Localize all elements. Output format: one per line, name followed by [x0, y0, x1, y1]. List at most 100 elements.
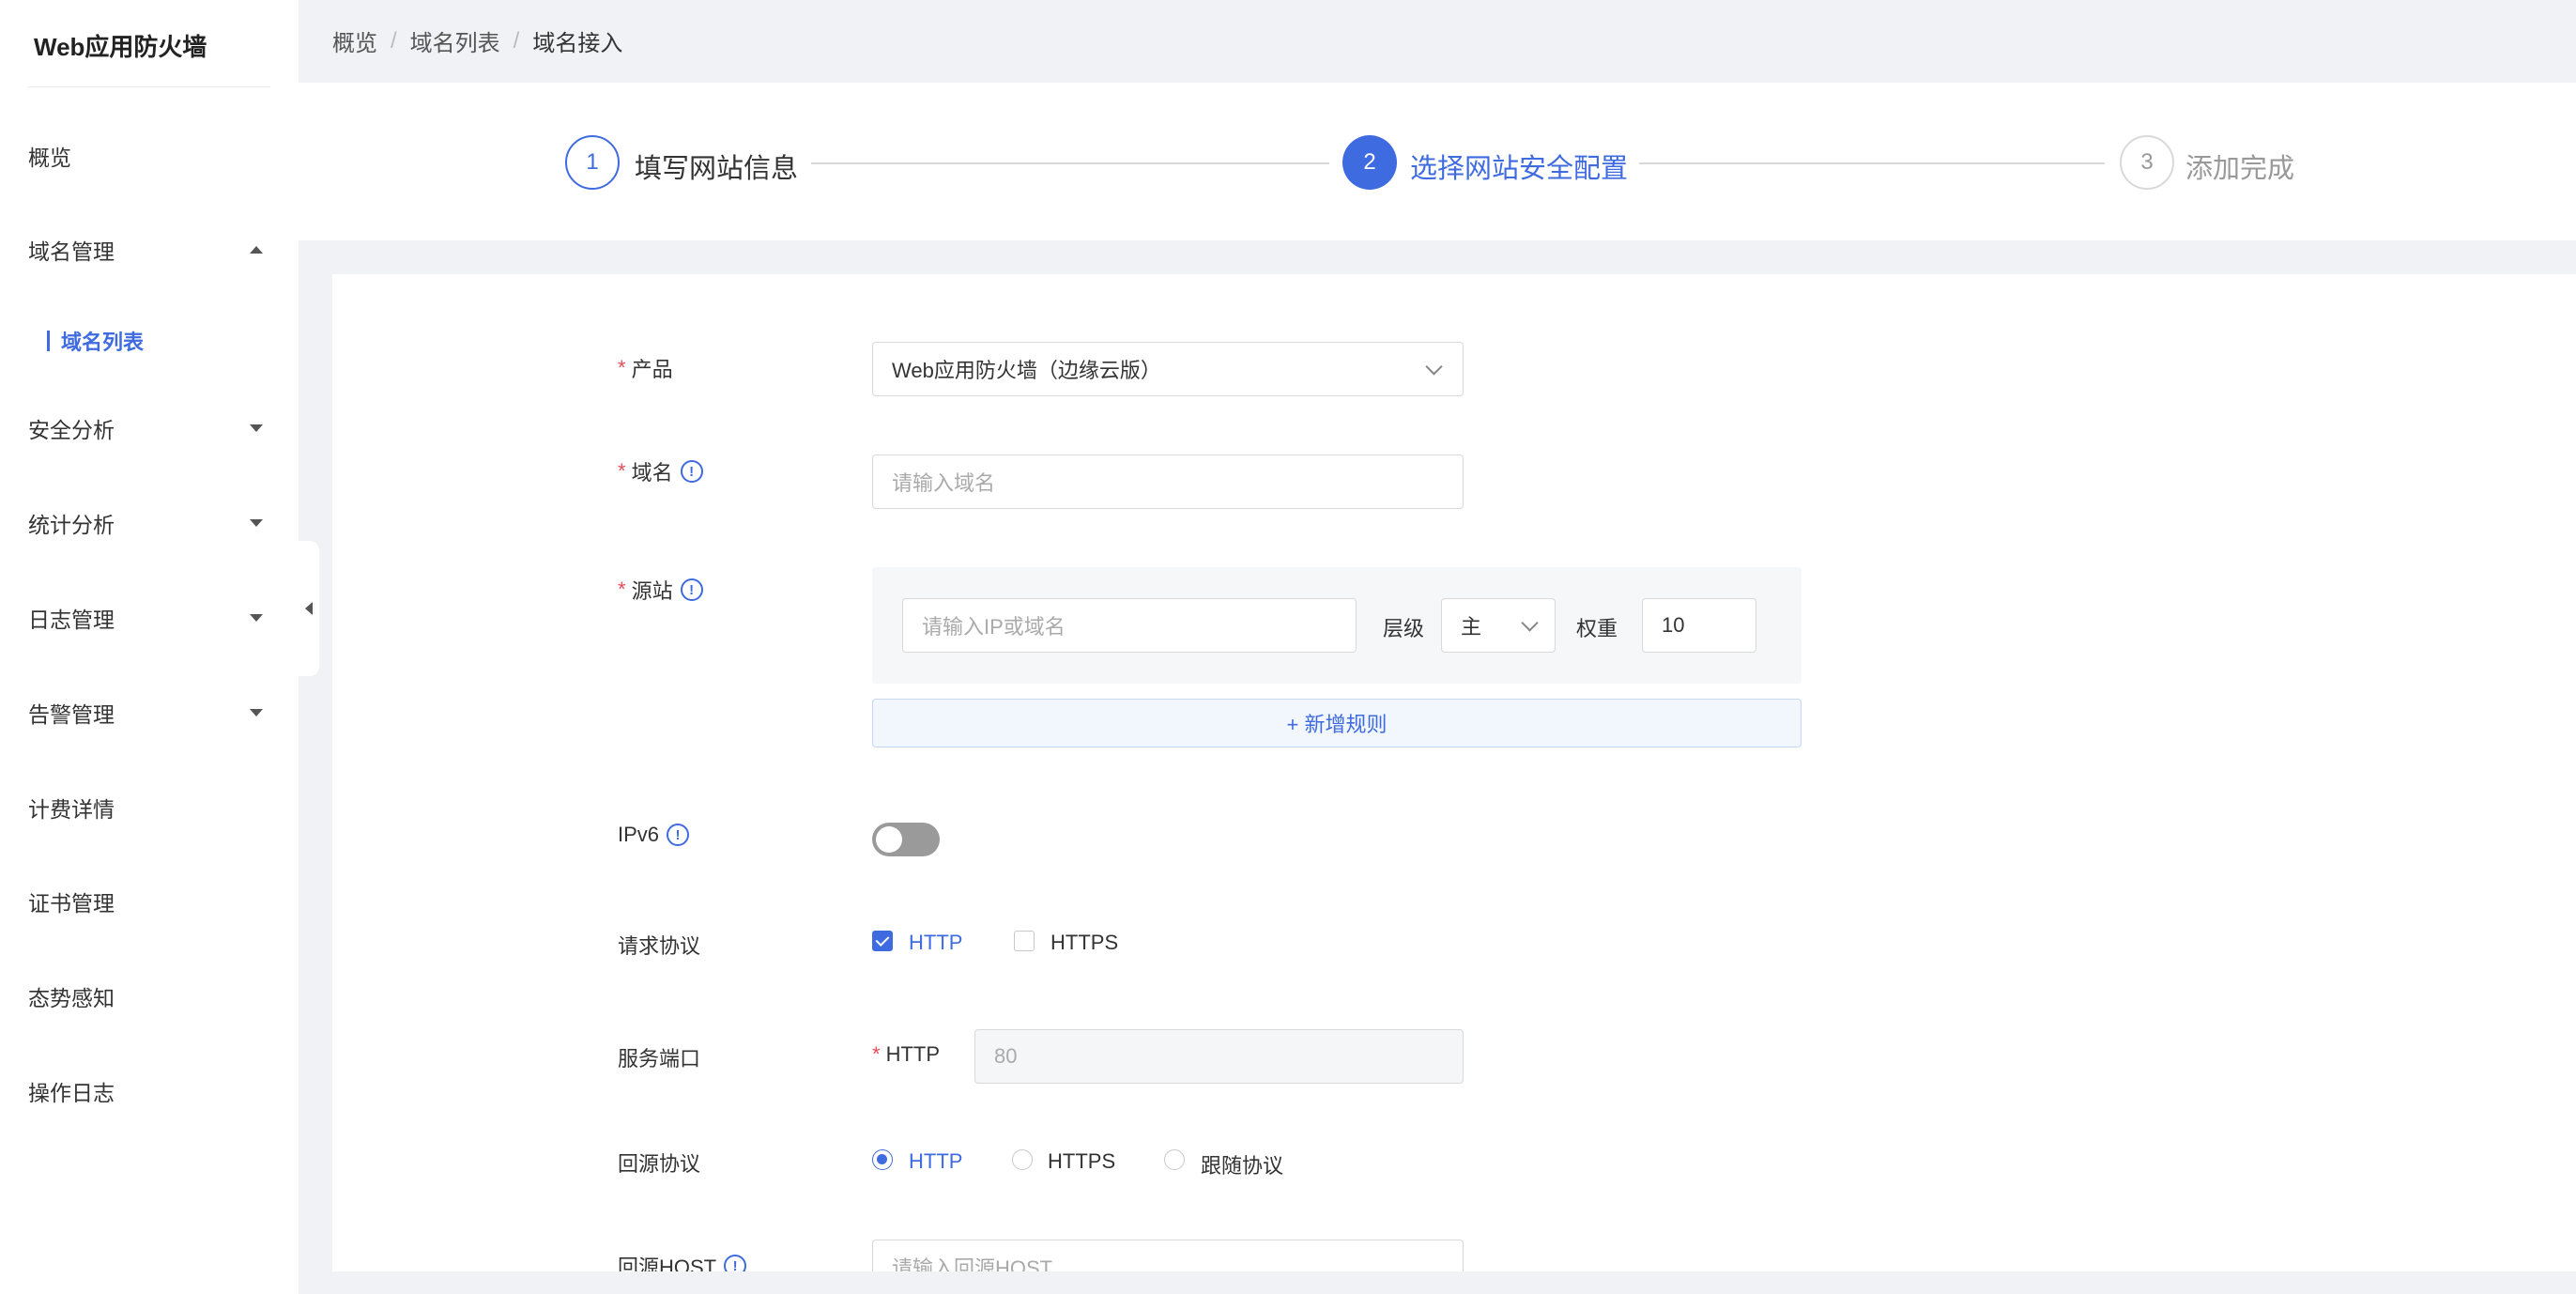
origin-label: * 源站 ! — [618, 575, 703, 605]
origin-address-placeholder: 请输入IP或域名 — [922, 615, 1066, 639]
origin-http-label[interactable]: HTTP — [909, 1149, 962, 1174]
product-select-value: Web应用防火墙（边缘云版） — [892, 359, 1161, 382]
chevron-left-icon — [305, 602, 313, 615]
step-number: 2 — [1363, 149, 1376, 175]
request-http-label[interactable]: HTTP — [909, 931, 962, 955]
active-indicator — [47, 331, 50, 351]
required-mark: * — [618, 356, 626, 379]
request-https-checkbox[interactable] — [1014, 931, 1035, 951]
sidebar-subitem-domain-list[interactable]: 域名列表 — [47, 325, 144, 357]
ipv6-label: IPv6 ! — [618, 823, 690, 847]
weight-input[interactable]: 10 — [1642, 598, 1756, 653]
sidebar-item-security-analysis[interactable]: 安全分析 — [28, 409, 270, 447]
caret-up-icon — [250, 246, 263, 254]
origin-host-placeholder: 请输入回源HOST — [892, 1256, 1053, 1271]
label-text: IPv6 — [618, 823, 660, 846]
weight-label: 权重 — [1576, 617, 1618, 640]
origin-address-input[interactable]: 请输入IP或域名 — [902, 598, 1357, 653]
service-port-value: 80 — [994, 1044, 1018, 1068]
sidebar-item-label: 统计分析 — [28, 513, 115, 537]
sidebar-item-label: 域名管理 — [28, 239, 115, 264]
service-port-label: 服务端口 — [618, 1047, 701, 1071]
origin-rule-row: 请输入IP或域名 层级 主 权重 10 — [872, 567, 1802, 684]
origin-http-radio[interactable] — [872, 1149, 893, 1170]
sidebar-item-operation-log[interactable]: 操作日志 — [28, 1072, 270, 1110]
label-text: HTTP — [885, 1042, 941, 1066]
breadcrumb-separator: / — [513, 27, 520, 54]
chevron-down-icon — [1425, 358, 1443, 376]
breadcrumb-domain-list[interactable]: 域名列表 — [410, 24, 500, 57]
label-text: 源站 — [631, 579, 673, 603]
product-label: * 产品 — [618, 353, 673, 383]
label-text: 回源HOST — [618, 1255, 717, 1271]
required-mark: * — [872, 1042, 881, 1066]
brand-divider — [28, 86, 270, 87]
origin-protocol-label: 回源协议 — [618, 1152, 701, 1176]
form-panel: * 产品 Web应用防火墙（边缘云版） * 域名 ! 请输入域名 * 源站 ! … — [332, 274, 2576, 1271]
sidebar-item-label: 告警管理 — [28, 702, 115, 727]
service-port-protocol-label: * HTTP — [872, 1042, 940, 1067]
breadcrumb-current: 域名接入 — [532, 31, 623, 56]
service-port-input[interactable]: 80 — [974, 1029, 1464, 1084]
origin-follow-label[interactable]: 跟随协议 — [1201, 1149, 1283, 1179]
sidebar-item-domain-management[interactable]: 域名管理 — [28, 231, 270, 269]
caret-down-icon — [250, 424, 263, 432]
step-1-label: 填写网站信息 — [635, 154, 799, 184]
sidebar-item-statistics[interactable]: 统计分析 — [28, 504, 270, 542]
sidebar-item-label: 操作日志 — [28, 1081, 115, 1105]
origin-follow-radio[interactable] — [1164, 1149, 1185, 1170]
domain-input-placeholder: 请输入域名 — [892, 471, 996, 495]
caret-down-icon — [250, 709, 263, 716]
label-text: 产品 — [631, 358, 673, 381]
add-rule-button[interactable]: + 新增规则 — [872, 699, 1802, 747]
sidebar-item-situation-awareness[interactable]: 态势感知 — [28, 978, 270, 1015]
sidebar-item-label: 日志管理 — [28, 608, 115, 632]
step-number: 3 — [2140, 149, 2154, 175]
required-mark: * — [618, 459, 626, 483]
info-icon[interactable]: ! — [724, 1255, 747, 1271]
sidebar-item-label: 安全分析 — [28, 418, 115, 442]
domain-input[interactable]: 请输入域名 — [872, 454, 1464, 509]
toggle-knob — [876, 826, 902, 853]
sidebar-item-certificates[interactable]: 证书管理 — [28, 883, 270, 920]
steps-bar: 1 填写网站信息 2 选择网站安全配置 3 添加完成 — [299, 83, 2576, 240]
sidebar-item-alert-management[interactable]: 告警管理 — [28, 694, 270, 732]
origin-https-radio[interactable] — [1012, 1149, 1033, 1170]
sidebar-item-label: 概览 — [28, 146, 71, 170]
info-icon[interactable]: ! — [680, 460, 703, 483]
breadcrumb-separator: / — [391, 27, 397, 54]
step-1-circle: 1 — [565, 135, 620, 190]
level-label: 层级 — [1383, 617, 1425, 640]
sidebar-item-overview[interactable]: 概览 — [28, 137, 270, 175]
chevron-down-icon — [1521, 614, 1539, 632]
caret-down-icon — [250, 614, 263, 622]
level-select[interactable]: 主 — [1441, 598, 1556, 653]
origin-host-input[interactable]: 请输入回源HOST — [872, 1240, 1464, 1271]
info-icon[interactable]: ! — [667, 824, 690, 846]
sidebar-item-log-management[interactable]: 日志管理 — [28, 599, 270, 637]
app-title: Web应用防火墙 — [34, 33, 207, 61]
sidebar-item-billing[interactable]: 计费详情 — [28, 789, 270, 826]
step-number: 1 — [586, 149, 599, 175]
step-2-label: 选择网站安全配置 — [1410, 154, 1629, 184]
sidebar: Web应用防火墙 概览 域名管理 域名列表 安全分析 统计分析 日志管理 告警管… — [0, 0, 299, 1294]
origin-https-label[interactable]: HTTPS — [1048, 1149, 1115, 1174]
level-select-value: 主 — [1461, 615, 1482, 639]
breadcrumb: 概览 / 域名列表 / 域名接入 — [332, 24, 622, 57]
caret-down-icon — [250, 519, 263, 527]
request-https-label[interactable]: HTTPS — [1050, 931, 1118, 955]
required-mark: * — [618, 578, 626, 601]
weight-input-value: 10 — [1662, 613, 1685, 637]
product-select[interactable]: Web应用防火墙（边缘云版） — [872, 342, 1464, 396]
step-3-circle: 3 — [2120, 135, 2174, 190]
request-http-checkbox[interactable] — [872, 931, 893, 951]
info-icon[interactable]: ! — [680, 578, 703, 601]
sidebar-item-label: 证书管理 — [28, 891, 115, 916]
breadcrumb-overview[interactable]: 概览 — [332, 24, 377, 57]
origin-host-label: 回源HOST ! — [618, 1251, 747, 1271]
sidebar-collapse-button[interactable] — [299, 541, 319, 676]
domain-label: * 域名 ! — [618, 456, 703, 486]
ipv6-toggle[interactable] — [872, 823, 940, 856]
sidebar-item-label: 态势感知 — [28, 986, 115, 1010]
request-protocol-label: 请求协议 — [618, 934, 701, 958]
